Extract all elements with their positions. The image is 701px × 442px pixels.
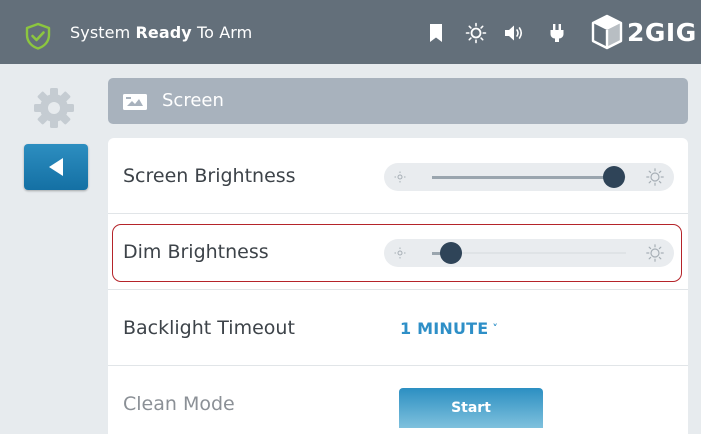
system-status-text: System Ready To Arm (70, 23, 253, 42)
screen-brightness-row: Screen Brightness (108, 138, 688, 214)
clean-mode-row: Clean Mode (108, 366, 688, 442)
settings-panel: Screen Brightness Dim Brightness Backlig… (108, 138, 688, 434)
dim-brightness-highlight (112, 224, 682, 282)
sun-icon[interactable] (465, 22, 487, 44)
back-arrow-icon (49, 158, 63, 176)
status-bar: System Ready To Arm 2GIG (0, 0, 701, 64)
speaker-icon[interactable] (503, 22, 525, 44)
screen-brightness-slider[interactable] (384, 163, 674, 191)
clean-mode-label: Clean Mode (123, 393, 235, 415)
screen-brightness-label: Screen Brightness (123, 165, 296, 187)
section-header: Screen (108, 78, 688, 124)
chevron-down-icon: ˅ (492, 322, 499, 335)
bookmark-icon[interactable] (426, 22, 448, 44)
backlight-timeout-row: Backlight Timeout (108, 290, 688, 366)
sun-small-icon (394, 171, 406, 183)
backlight-timeout-dropdown[interactable]: 1 MINUTE ˅ (400, 319, 498, 338)
slider-track[interactable] (432, 175, 626, 179)
screen-icon (123, 94, 147, 110)
slider-fill (432, 175, 615, 179)
backlight-timeout-value: 1 MINUTE (400, 319, 489, 338)
sun-large-icon (646, 168, 664, 186)
shield-check-icon (25, 22, 51, 50)
plug-icon[interactable] (546, 22, 568, 44)
clean-mode-start-button[interactable]: Start (399, 388, 543, 428)
backlight-timeout-label: Backlight Timeout (123, 317, 295, 339)
cube-logo-icon (591, 14, 623, 50)
page-title: Screen (162, 90, 224, 111)
brand-name: 2GIG (627, 17, 697, 47)
brand-logo: 2GIG (590, 12, 697, 52)
back-button[interactable] (24, 144, 88, 190)
slider-handle[interactable] (603, 166, 626, 188)
gear-icon[interactable] (32, 86, 76, 130)
